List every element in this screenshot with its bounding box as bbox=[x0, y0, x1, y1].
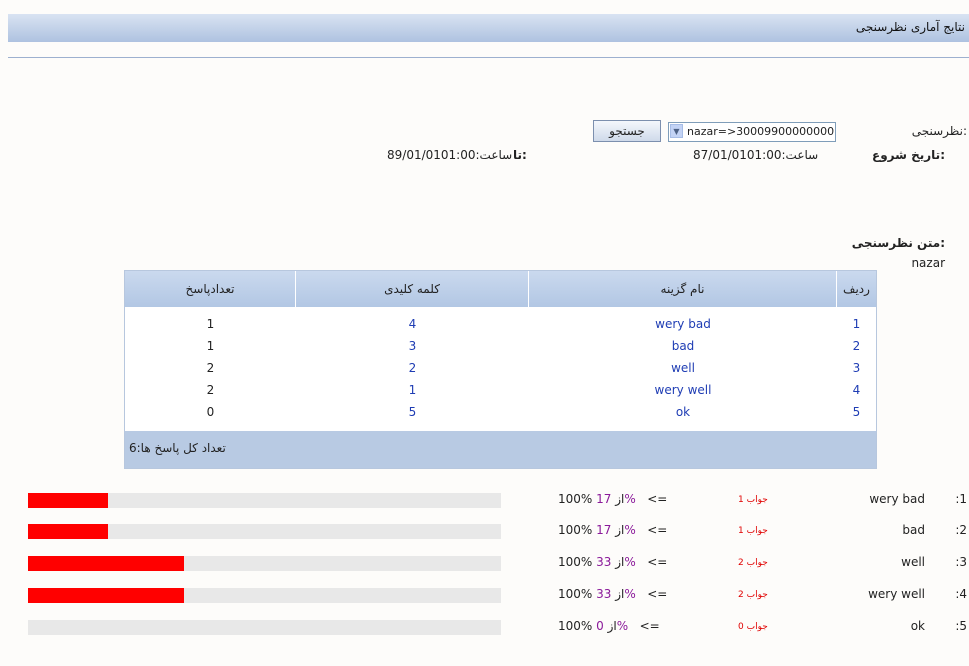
title-bar: نتایج آماری نظرسنجی bbox=[8, 14, 969, 42]
end-date-label: تا: bbox=[513, 148, 527, 162]
result-option-name: wery bad bbox=[869, 492, 925, 506]
cell-count: 2 bbox=[206, 361, 215, 375]
cell-count: 1 bbox=[206, 339, 215, 353]
poll-select-label: نظرسنجی: bbox=[911, 124, 967, 138]
result-row: 100% از 33% <= 2 جواب well :3 bbox=[0, 553, 969, 575]
arrow-label: <= bbox=[647, 523, 668, 537]
full-percent: 100% bbox=[558, 555, 593, 569]
answer-count: 1 جواب bbox=[738, 526, 768, 536]
answer-count: 2 جواب bbox=[738, 558, 768, 568]
result-percent-text: 100% از 17% <= bbox=[558, 492, 667, 506]
result-option-name: ok bbox=[910, 619, 925, 633]
result-option-name: well bbox=[901, 555, 925, 569]
chevron-down-icon[interactable]: ▼ bbox=[670, 124, 683, 138]
options-table: تعدادپاسخ کلمه کلیدی نام گزینه ردیف 1 4 we… bbox=[124, 270, 877, 469]
start-date-value: 87/01/01ساعت:01:00 bbox=[693, 148, 819, 162]
full-percent: 100% bbox=[558, 492, 593, 506]
result-option-name: bad bbox=[902, 523, 925, 537]
header-count: تعدادپاسخ bbox=[125, 271, 296, 307]
cell-option[interactable]: wery well bbox=[529, 379, 837, 401]
arrow-label: <= bbox=[647, 492, 668, 506]
search-button[interactable]: جستجو bbox=[593, 120, 661, 142]
result-row: 100% از 17% <= 1 جواب wery bad :1 bbox=[0, 490, 969, 512]
header-keyword: کلمه کلیدی bbox=[296, 271, 529, 307]
progress-track bbox=[28, 620, 501, 635]
total-answers: تعداد کل پاسخ ها:6 bbox=[129, 441, 226, 455]
cell-keyword[interactable]: 1 bbox=[296, 379, 529, 401]
answer-count: 1 جواب bbox=[738, 495, 768, 505]
start-date-label: تاریخ شروع: bbox=[872, 148, 945, 162]
poll-text-value: nazar bbox=[911, 256, 945, 270]
result-number: :5 bbox=[955, 619, 967, 633]
table-footer: تعداد کل پاسخ ها:6 bbox=[125, 431, 876, 468]
end-date-value: 89/01/01ساعت:01:00 bbox=[387, 148, 513, 162]
cell-row[interactable]: 4 bbox=[837, 379, 876, 401]
poll-text-label: متن نظرسنجی: bbox=[851, 236, 945, 250]
cell-count: 1 bbox=[206, 317, 215, 331]
result-percent-text: 100% از 17% <= bbox=[558, 523, 667, 537]
result-number: :3 bbox=[955, 555, 967, 569]
arrow-label: <= bbox=[647, 587, 668, 601]
cell-option[interactable]: well bbox=[529, 357, 837, 379]
result-percent-text: 100% از 33% <= bbox=[558, 587, 667, 601]
result-number: :4 bbox=[955, 587, 967, 601]
poll-select-value: nazar=>30009900000000 bbox=[687, 125, 835, 138]
result-number: :2 bbox=[955, 523, 967, 537]
full-percent: 100% bbox=[558, 619, 593, 633]
divider bbox=[8, 57, 969, 58]
full-percent: 100% bbox=[558, 587, 593, 601]
answer-count: 0 جواب bbox=[738, 622, 768, 632]
cell-option[interactable]: ok bbox=[529, 401, 837, 423]
header-row: ردیف bbox=[837, 271, 876, 307]
cell-count: 2 bbox=[206, 383, 215, 397]
cell-keyword[interactable]: 2 bbox=[296, 357, 529, 379]
cell-keyword[interactable]: 5 bbox=[296, 401, 529, 423]
of-label: از bbox=[607, 619, 617, 633]
progress-fill bbox=[28, 524, 108, 539]
cell-option[interactable]: bad bbox=[529, 335, 837, 357]
cell-option[interactable]: wery bad bbox=[529, 313, 837, 335]
full-percent: 100% bbox=[558, 523, 593, 537]
result-option-name: wery well bbox=[868, 587, 925, 601]
header-option: نام گزینه bbox=[529, 271, 837, 307]
cell-keyword[interactable]: 4 bbox=[296, 313, 529, 335]
progress-fill bbox=[28, 588, 184, 603]
result-row: 100% از 0% <= 0 جواب ok :5 bbox=[0, 617, 969, 639]
result-row: 100% از 33% <= 2 جواب wery well :4 bbox=[0, 585, 969, 607]
result-row: 100% از 17% <= 1 جواب bad :2 bbox=[0, 521, 969, 543]
arrow-label: <= bbox=[647, 555, 668, 569]
arrow-label: <= bbox=[639, 619, 660, 633]
cell-row[interactable]: 3 bbox=[837, 357, 876, 379]
cell-row[interactable]: 2 bbox=[837, 335, 876, 357]
cell-row[interactable]: 5 bbox=[837, 401, 876, 423]
answer-count: 2 جواب bbox=[738, 590, 768, 600]
cell-keyword[interactable]: 3 bbox=[296, 335, 529, 357]
cell-count: 0 bbox=[206, 405, 215, 419]
progress-fill bbox=[28, 556, 184, 571]
page-title: نتایج آماری نظرسنجی bbox=[855, 20, 965, 34]
progress-fill bbox=[28, 493, 108, 508]
poll-select[interactable]: ▼ nazar=>30009900000000 bbox=[668, 122, 836, 142]
result-number: :1 bbox=[955, 492, 967, 506]
result-percent-text: 100% از 0% <= bbox=[558, 619, 660, 633]
cell-row[interactable]: 1 bbox=[837, 313, 876, 335]
result-percent-text: 100% از 33% <= bbox=[558, 555, 667, 569]
